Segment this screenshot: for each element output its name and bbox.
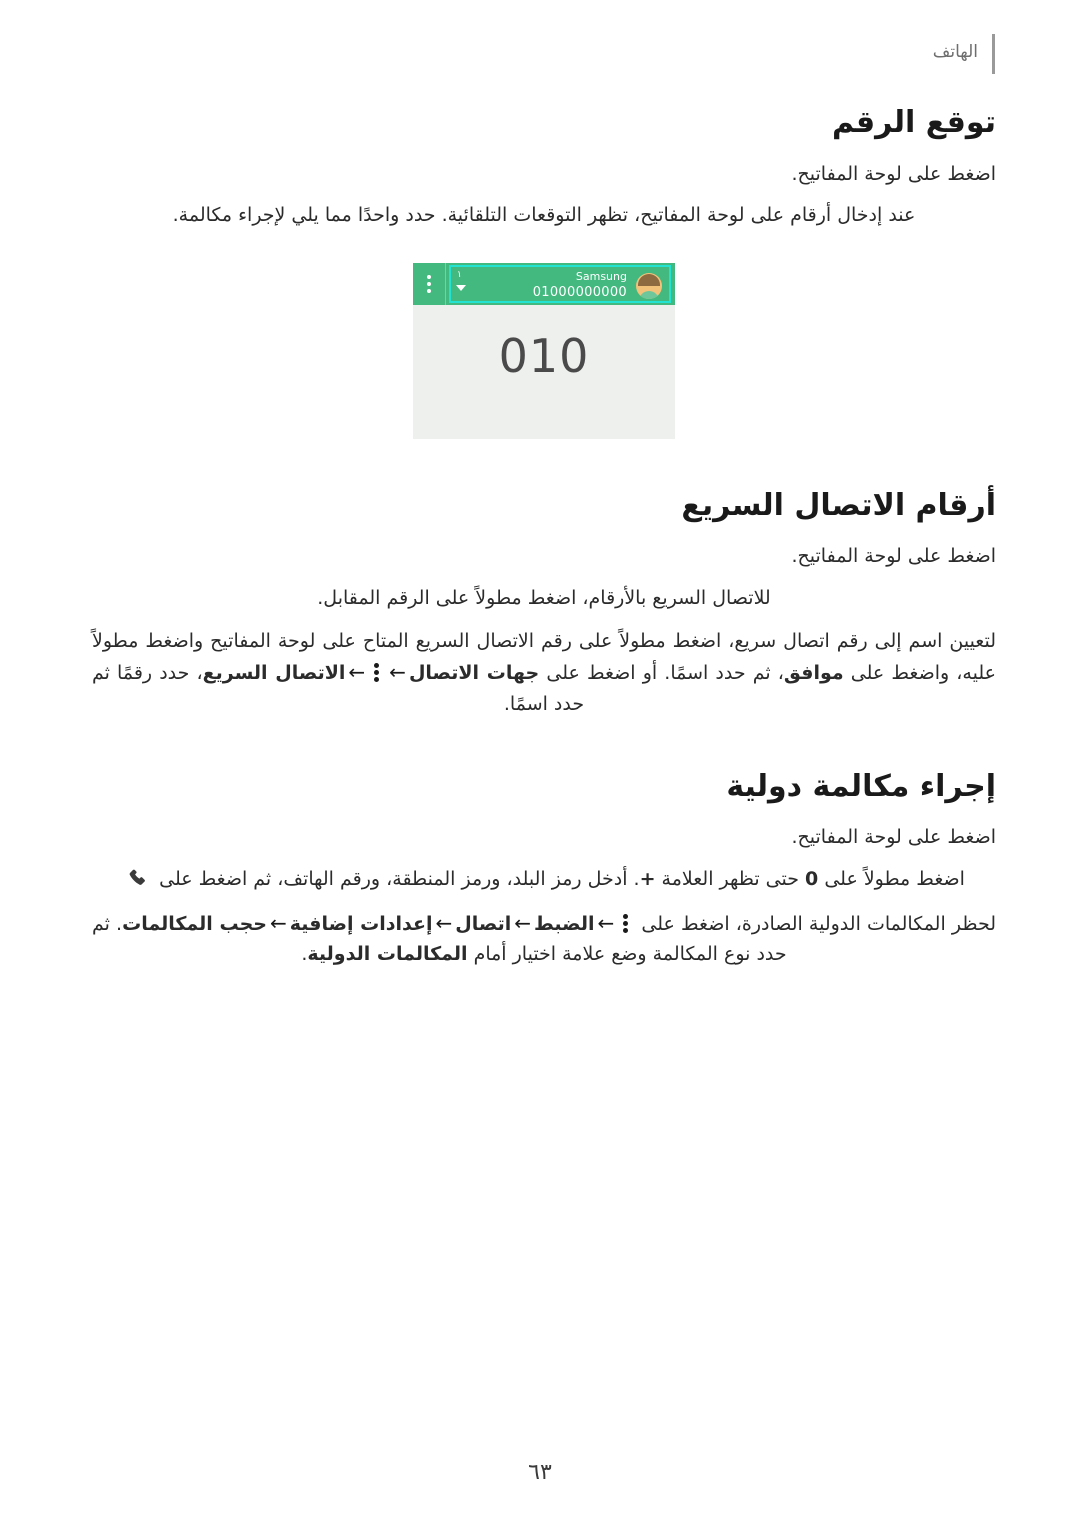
section-paragraph-number-prediction: عند إدخال أرقام على لوحة المفاتيح، تظهر … bbox=[172, 204, 916, 226]
section-lead-speed-dial: اضغط على لوحة المفاتيح. bbox=[791, 545, 996, 568]
more-options-icon[interactable] bbox=[427, 274, 433, 294]
arrow-icon: ← bbox=[389, 660, 406, 685]
arrow-icon: ← bbox=[348, 660, 366, 685]
phone-screenshot-figure: ١ Samsung 01000000000 010 bbox=[413, 262, 675, 439]
call-label: اتصال bbox=[455, 912, 512, 935]
intl-text-c: . أدخل رمز البلد، ورمز المنطقة، ورقم اله… bbox=[153, 867, 640, 890]
settings-label: الضبط bbox=[534, 912, 595, 935]
intl-zero-key: 0 bbox=[805, 867, 819, 890]
contact-name: Samsung bbox=[575, 269, 627, 283]
chevron-down-icon[interactable] bbox=[456, 284, 466, 291]
intl-block-text-a: لحظر المكالمات الدولية الصادرة، اضغط على bbox=[635, 912, 996, 935]
prediction-contact-item[interactable]: ١ Samsung 01000000000 bbox=[449, 264, 671, 303]
document-content: توقع الرقم اضغط على لوحة المفاتيح. عند إ… bbox=[92, 104, 996, 970]
prediction-count-badge: ١ bbox=[457, 269, 462, 280]
avatar bbox=[636, 272, 662, 299]
section-lead-number-prediction: اضغط على لوحة المفاتيح. bbox=[791, 162, 996, 185]
section-title-speed-dial: أرقام الاتصال السريع bbox=[681, 487, 996, 523]
intl-text-b: حتى تظهر العلامة bbox=[655, 867, 806, 890]
speed-dial-label: الاتصال السريع bbox=[202, 662, 346, 685]
section-paragraph-speed-dial-2: لتعيين اسم إلى رقم اتصال سريع، اضغط مطول… bbox=[92, 626, 996, 720]
section-paragraph-international-1: اضغط مطولاً على 0 حتى تظهر العلامة +. أد… bbox=[92, 864, 996, 895]
speed-dial-ok-label: موافق bbox=[783, 662, 844, 685]
section-title-number-prediction: توقع الرقم bbox=[831, 105, 996, 140]
more-options-icon bbox=[622, 912, 630, 934]
bar-divider bbox=[445, 262, 446, 305]
section-title-international-call: إجراء مكالمة دولية bbox=[726, 768, 996, 804]
page-number: ٦٣ bbox=[528, 1460, 552, 1485]
speed-dial-text-b: ، ثم حدد اسمًا. أو اضغط على bbox=[539, 662, 784, 685]
arrow-icon: ← bbox=[514, 910, 532, 935]
international-calls-label: المكالمات الدولية bbox=[307, 943, 468, 966]
arrow-icon: ← bbox=[597, 910, 615, 935]
header-divider bbox=[992, 34, 995, 74]
page-header: الهاتف bbox=[0, 34, 1080, 74]
section-paragraph-speed-dial-1: للاتصال السريع بالأرقام، اضغط مطولاً على… bbox=[317, 586, 771, 609]
more-options-icon bbox=[373, 661, 381, 683]
section-paragraph-international-2: لحظر المكالمات الدولية الصادرة، اضغط على… bbox=[92, 907, 996, 971]
chapter-title: الهاتف bbox=[932, 42, 978, 62]
dialed-digits: 010 bbox=[498, 328, 590, 383]
section-lead-international-call: اضغط على لوحة المفاتيح. bbox=[791, 826, 996, 849]
phone-dialer-screenshot: ١ Samsung 01000000000 010 bbox=[413, 262, 675, 439]
intl-text-a: اضغط مطولاً على bbox=[818, 867, 965, 890]
call-barring-label: حجب المكالمات bbox=[122, 912, 267, 935]
arrow-icon: ← bbox=[269, 910, 287, 935]
intl-plus-sign: + bbox=[639, 867, 656, 890]
phone-call-icon bbox=[127, 867, 149, 889]
speed-dial-contacts-label: جهات الاتصال bbox=[408, 662, 540, 685]
contact-number: 01000000000 bbox=[532, 284, 627, 300]
arrow-icon: ← bbox=[435, 910, 453, 935]
additional-settings-label: إعدادات إضافية bbox=[289, 912, 433, 935]
